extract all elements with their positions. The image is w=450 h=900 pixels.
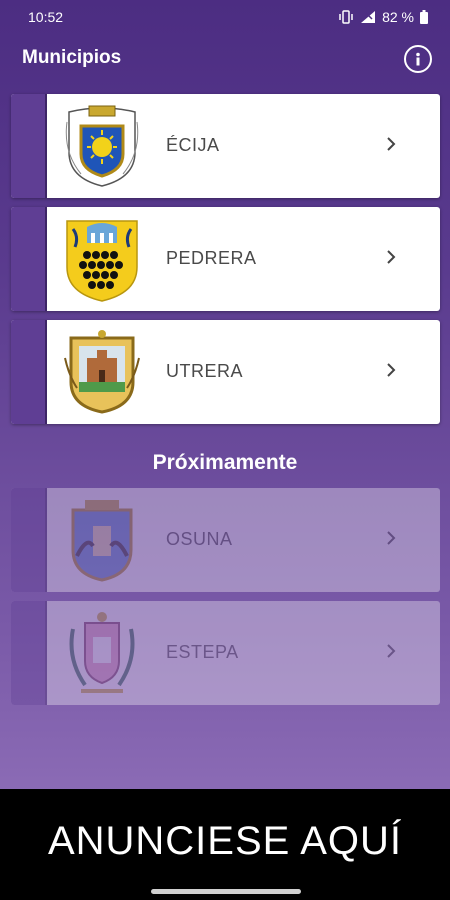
municipality-card-utrera[interactable]: UTRERA [11, 320, 440, 424]
municipality-name: PEDRERA [166, 248, 257, 268]
card-stripe [11, 207, 47, 311]
chevron-right-icon [387, 250, 396, 264]
municipality-name: OSUNA [166, 529, 233, 549]
card-stripe [11, 94, 47, 198]
signal-icon [360, 10, 376, 24]
status-bar: 10:52 82 % [0, 0, 450, 34]
chevron-right-icon [387, 531, 396, 545]
municipality-name: ÉCIJA [166, 135, 220, 155]
municipality-card-estepa: ESTEPA [11, 601, 440, 705]
municipality-card-ecija[interactable]: ÉCIJA [11, 94, 440, 198]
card-stripe [11, 320, 47, 424]
app-header: Municipios [0, 42, 450, 78]
chevron-right-icon [387, 363, 396, 377]
estepa-crest-icon [69, 612, 135, 693]
battery-percent: 82 % [382, 9, 414, 25]
municipality-name: UTRERA [166, 361, 244, 381]
chevron-right-icon [387, 644, 396, 658]
status-icons: 82 % [338, 9, 428, 25]
ad-banner[interactable]: ANUNCIESE AQUÍ [0, 789, 450, 900]
coming-soon-heading: Próximamente [152, 451, 298, 474]
municipality-card-osuna: OSUNA [11, 488, 440, 592]
home-indicator[interactable] [151, 889, 301, 894]
pedrera-crest-icon [66, 220, 138, 302]
info-icon [416, 52, 420, 66]
clock: 10:52 [28, 9, 64, 25]
card-stripe [11, 601, 47, 705]
battery-icon [420, 10, 428, 24]
info-button[interactable] [404, 45, 432, 73]
ad-text: ANUNCIESE AQUÍ [47, 819, 403, 863]
municipality-name: ESTEPA [166, 642, 239, 662]
page-title: Municipios [22, 47, 122, 68]
osuna-crest-icon [71, 500, 133, 582]
chevron-right-icon [387, 137, 396, 151]
municipality-card-pedrera[interactable]: PEDRERA [11, 207, 440, 311]
ecija-crest-icon [65, 105, 139, 187]
card-stripe [11, 488, 47, 592]
utrera-crest-icon [64, 330, 140, 414]
vibrate-icon [338, 10, 354, 24]
